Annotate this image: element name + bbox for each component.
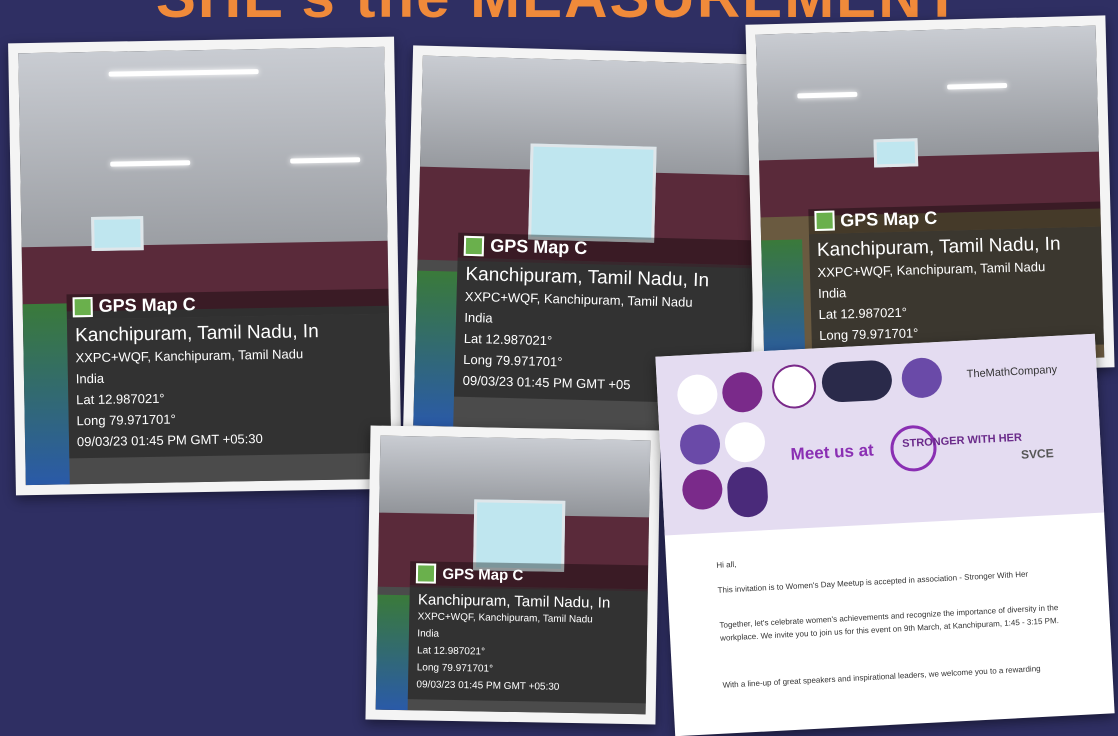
gps-brand: GPS Map C <box>489 235 588 259</box>
gps-map-icon <box>813 210 835 232</box>
event-photo-4: GPS Map C Kanchipuram, Tamil Nadu, In XX… <box>365 425 661 725</box>
avatar <box>678 423 722 466</box>
gps-map-icon <box>72 296 93 317</box>
letter-paragraph-1: This invitation is to Women's Day Meetup… <box>717 569 1029 595</box>
letter-greeting: Hi all, <box>716 559 737 570</box>
event-photo-3: GPS Map C Kanchipuram, Tamil Nadu, In XX… <box>745 15 1115 377</box>
invitation-banner: TheMathCompany Meet us at STRONGER WITH … <box>655 333 1105 536</box>
photo-scene: GPS Map C Kanchipuram, Tamil Nadu, In XX… <box>755 25 1105 367</box>
event-photo-1: GPS Map C Kanchipuram, Tamil Nadu, In XX… <box>8 36 402 496</box>
gps-map-icon <box>416 563 437 584</box>
avatar <box>723 421 766 464</box>
photo-scene: GPS Map C Kanchipuram, Tamil Nadu, In XX… <box>18 46 392 486</box>
gps-brand: GPS Map C <box>839 207 938 231</box>
gps-brand: GPS Map C <box>442 565 524 584</box>
photo-scene: GPS Map C Kanchipuram, Tamil Nadu, In XX… <box>375 435 651 715</box>
avatar <box>770 363 818 410</box>
svce-logo: SVCE <box>1020 446 1054 462</box>
letter-paragraph-2: Together, let's celebrate women's achiev… <box>719 603 1060 643</box>
meet-us-text: Meet us at <box>790 440 875 464</box>
company-logo: TheMathCompany <box>966 363 1058 381</box>
invitation-letter: TheMathCompany Meet us at STRONGER WITH … <box>655 333 1115 736</box>
gps-map-icon <box>463 235 485 257</box>
timestamp-label: 09/03/23 01:45 PM GMT +05:30 <box>416 679 560 693</box>
timestamp-label: 09/03/23 01:45 PM GMT +05:30 <box>76 431 263 450</box>
letter-paragraph-3: With a line-up of great speakers and ins… <box>722 664 1041 690</box>
gps-brand: GPS Map C <box>98 294 196 316</box>
